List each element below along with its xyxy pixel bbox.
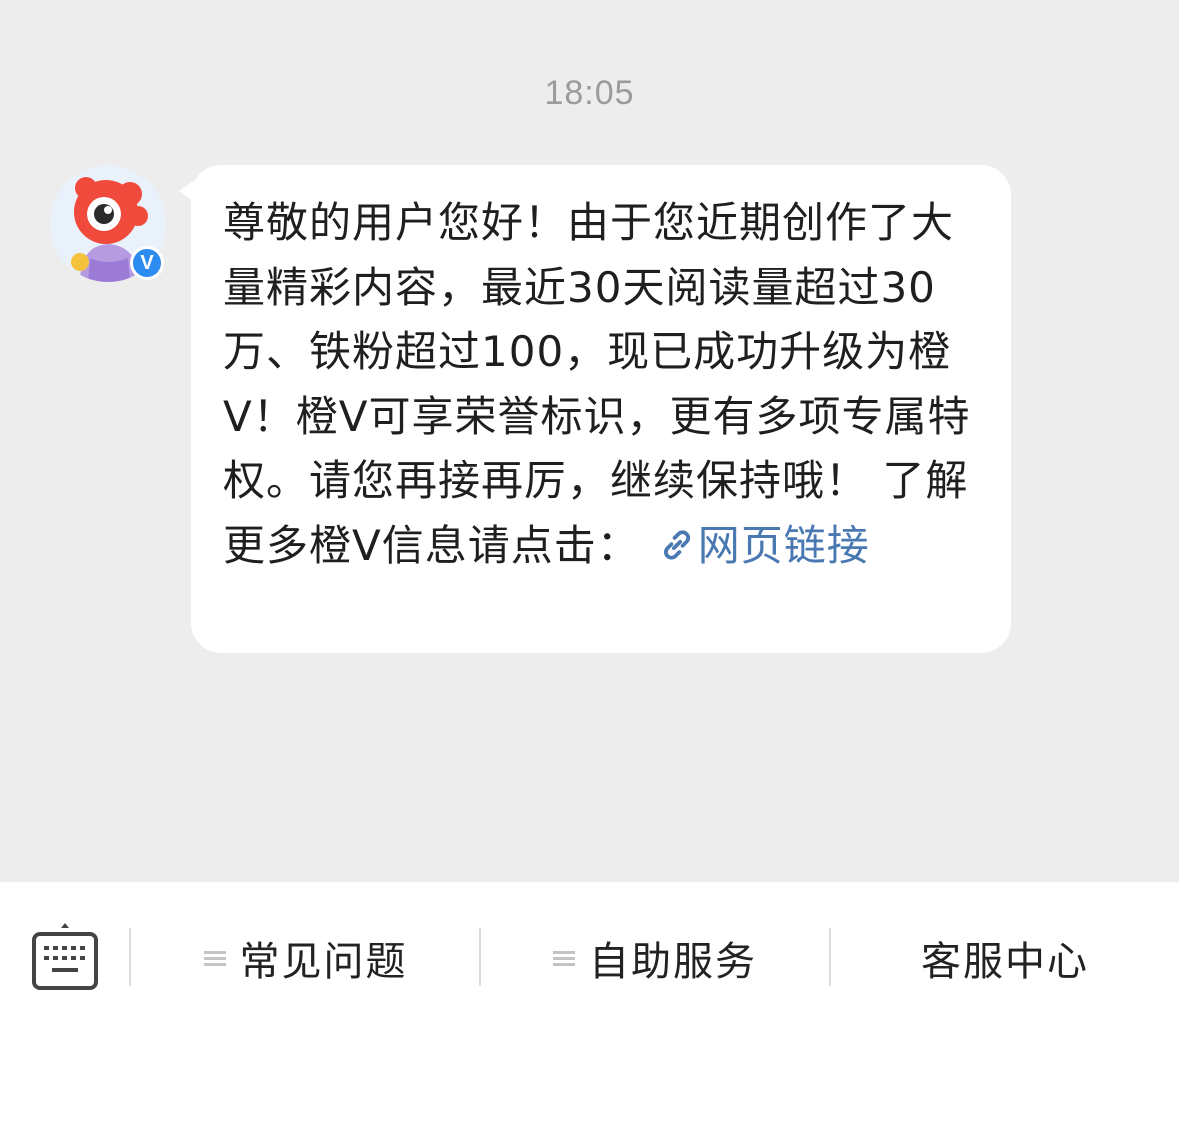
menu-self-service-label: 自助服务 [589, 939, 757, 985]
message-bubble[interactable]: 尊敬的用户您好！由于您近期创作了大量精彩内容，最近30天阅读量超过30万、铁粉超… [179, 165, 1011, 653]
menu-faq-label: 常见问题 [239, 939, 408, 985]
web-link[interactable]: 网页链接 [640, 521, 870, 570]
menu-customer-service-label: 客服中心 [921, 939, 1089, 985]
message-body: 尊敬的用户您好！由于您近期创作了大量精彩内容，最近30天阅读量超过30万、铁粉超… [223, 198, 971, 570]
menu-customer-service[interactable]: 客服中心 [831, 926, 1179, 990]
link-icon [663, 529, 690, 560]
verified-v-icon: V [130, 246, 164, 280]
chat-area[interactable]: 18:05 V 尊敬的用户您好！由于您近期创作了大量精彩内容，最近30天阅读量超… [0, 0, 1179, 882]
keyboard-icon[interactable] [30, 918, 100, 994]
web-link-label: 网页链接 [697, 520, 870, 570]
bottom-menu-bar [0, 882, 1179, 1133]
menu-self-service[interactable]: 自助服务 [481, 926, 829, 990]
message-timestamp: 18:05 [544, 74, 635, 112]
message-text: 尊敬的用户您好！由于您近期创作了大量精彩内容，最近30天阅读量超过30万、铁粉超… [223, 191, 981, 578]
menu-faq[interactable]: 常见问题 [131, 926, 480, 990]
menu-lines-icon [203, 951, 226, 966]
bubble-tail [179, 181, 193, 201]
menu-lines-icon [553, 951, 575, 966]
sender-avatar[interactable]: V [50, 166, 166, 282]
